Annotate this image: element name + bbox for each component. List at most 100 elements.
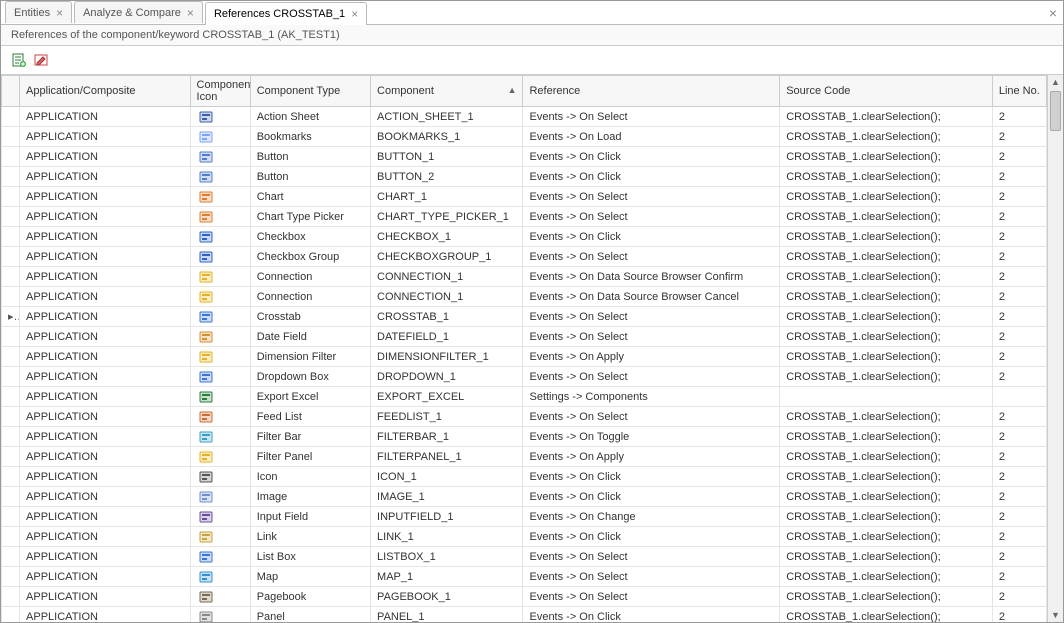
component-icon	[199, 510, 215, 524]
table-row[interactable]: APPLICATIONConnectionCONNECTION_1Events …	[2, 267, 1047, 287]
col-reference[interactable]: Reference	[523, 76, 780, 107]
cell-component: IMAGE_1	[371, 487, 523, 507]
cell-component-icon	[190, 567, 250, 587]
tab-1[interactable]: Analyze & Compare ×	[74, 1, 203, 23]
table-row[interactable]: APPLICATIONMapMAP_1Events -> On SelectCR…	[2, 567, 1047, 587]
table-row[interactable]: APPLICATIONPagebookPAGEBOOK_1Events -> O…	[2, 587, 1047, 607]
col-application[interactable]: Application/Composite	[20, 76, 190, 107]
tab-label: Analyze & Compare	[83, 7, 181, 19]
cell-component: MAP_1	[371, 567, 523, 587]
cell-component: LISTBOX_1	[371, 547, 523, 567]
cell-source-code: CROSSTAB_1.clearSelection();	[780, 147, 993, 167]
edit-icon[interactable]	[33, 52, 49, 68]
tab-2[interactable]: References CROSSTAB_1×	[205, 2, 367, 25]
cell-source-code: CROSSTAB_1.clearSelection();	[780, 327, 993, 347]
cell-reference: Events -> On Select	[523, 207, 780, 227]
cell-component: PANEL_1	[371, 607, 523, 623]
col-source-code[interactable]: Source Code	[780, 76, 993, 107]
cell-component-type: Checkbox	[250, 227, 370, 247]
row-marker	[2, 607, 20, 623]
cell-component-type: Input Field	[250, 507, 370, 527]
cell-component-icon	[190, 587, 250, 607]
table-row[interactable]: APPLICATIONCheckboxCHECKBOX_1Events -> O…	[2, 227, 1047, 247]
cell-line-no: 2	[992, 367, 1046, 387]
col-component[interactable]: Component ▲	[371, 76, 523, 107]
row-marker	[2, 247, 20, 267]
table-row[interactable]: APPLICATIONFilter BarFILTERBAR_1Events -…	[2, 427, 1047, 447]
row-marker	[2, 587, 20, 607]
cell-reference: Settings -> Components	[523, 387, 780, 407]
table-row[interactable]: APPLICATIONPanelPANEL_1Events -> On Clic…	[2, 607, 1047, 623]
component-icon	[199, 250, 215, 264]
table-row[interactable]: APPLICATIONCheckbox GroupCHECKBOXGROUP_1…	[2, 247, 1047, 267]
table-row[interactable]: APPLICATIONDropdown BoxDROPDOWN_1Events …	[2, 367, 1047, 387]
row-marker	[2, 367, 20, 387]
cell-reference: Events -> On Select	[523, 307, 780, 327]
tab-close-icon[interactable]: ×	[187, 7, 194, 19]
vertical-scrollbar[interactable]: ▲ ▼	[1047, 74, 1063, 622]
col-line-no[interactable]: Line No.	[992, 76, 1046, 107]
row-marker	[2, 487, 20, 507]
scroll-thumb[interactable]	[1050, 91, 1061, 131]
cell-reference: Events -> On Load	[523, 127, 780, 147]
cell-component-icon	[190, 187, 250, 207]
component-icon	[199, 390, 215, 404]
cell-line-no: 2	[992, 347, 1046, 367]
table-row[interactable]: APPLICATIONDimension FilterDIMENSIONFILT…	[2, 347, 1047, 367]
scroll-down-icon[interactable]: ▼	[1051, 608, 1060, 622]
table-row[interactable]: APPLICATIONExport ExcelEXPORT_EXCELSetti…	[2, 387, 1047, 407]
table-row[interactable]: APPLICATIONChartCHART_1Events -> On Sele…	[2, 187, 1047, 207]
table-row[interactable]: APPLICATIONBookmarksBOOKMARKS_1Events ->…	[2, 127, 1047, 147]
cell-component: PAGEBOOK_1	[371, 587, 523, 607]
component-icon	[199, 530, 215, 544]
cell-line-no: 2	[992, 327, 1046, 347]
cell-application: APPLICATION	[20, 607, 190, 623]
col-component-icon[interactable]: Component Icon	[190, 76, 250, 107]
col-rowmark[interactable]	[2, 76, 20, 107]
table-row[interactable]: APPLICATIONFeed ListFEEDLIST_1Events -> …	[2, 407, 1047, 427]
cell-line-no: 2	[992, 267, 1046, 287]
cell-component-icon	[190, 247, 250, 267]
cell-source-code: CROSSTAB_1.clearSelection();	[780, 567, 993, 587]
row-marker	[2, 127, 20, 147]
table-row[interactable]: ▸APPLICATIONCrosstabCROSSTAB_1Events -> …	[2, 307, 1047, 327]
tab-close-icon[interactable]: ×	[351, 8, 358, 20]
cell-component: CHECKBOXGROUP_1	[371, 247, 523, 267]
component-icon	[199, 350, 215, 364]
table-row[interactable]: APPLICATIONInput FieldINPUTFIELD_1Events…	[2, 507, 1047, 527]
table-row[interactable]: APPLICATIONLinkLINK_1Events -> On ClickC…	[2, 527, 1047, 547]
table-row[interactable]: APPLICATIONFilter PanelFILTERPANEL_1Even…	[2, 447, 1047, 467]
row-marker	[2, 407, 20, 427]
table-row[interactable]: APPLICATIONIconICON_1Events -> On ClickC…	[2, 467, 1047, 487]
scroll-up-icon[interactable]: ▲	[1051, 75, 1060, 89]
export-icon[interactable]	[11, 52, 27, 68]
scroll-track[interactable]	[1048, 89, 1063, 608]
col-component-type[interactable]: Component Type	[250, 76, 370, 107]
row-marker	[2, 107, 20, 127]
cell-reference: Events -> On Click	[523, 227, 780, 247]
cell-component-type: Link	[250, 527, 370, 547]
cell-component-type: Dropdown Box	[250, 367, 370, 387]
table-row[interactable]: APPLICATIONDate FieldDATEFIELD_1Events -…	[2, 327, 1047, 347]
row-marker: ▸	[2, 307, 20, 327]
table-row[interactable]: APPLICATIONButtonBUTTON_2Events -> On Cl…	[2, 167, 1047, 187]
table-row[interactable]: APPLICATIONImageIMAGE_1Events -> On Clic…	[2, 487, 1047, 507]
table-row[interactable]: APPLICATIONChart Type PickerCHART_TYPE_P…	[2, 207, 1047, 227]
table-row[interactable]: APPLICATIONConnectionCONNECTION_1Events …	[2, 287, 1047, 307]
cell-component-type: Connection	[250, 267, 370, 287]
cell-component-type: Button	[250, 167, 370, 187]
table-row[interactable]: APPLICATIONList BoxLISTBOX_1Events -> On…	[2, 547, 1047, 567]
cell-reference: Events -> On Click	[523, 487, 780, 507]
table-scroll[interactable]: Application/Composite Component Icon Com…	[1, 74, 1047, 622]
cell-reference: Events -> On Select	[523, 107, 780, 127]
cell-application: APPLICATION	[20, 107, 190, 127]
component-icon	[199, 330, 215, 344]
tabbar-close-icon[interactable]: ×	[1049, 5, 1057, 21]
cell-component-icon	[190, 107, 250, 127]
cell-component-type: Crosstab	[250, 307, 370, 327]
tab-close-icon[interactable]: ×	[56, 7, 63, 19]
tab-0[interactable]: Entities×	[5, 1, 72, 23]
table-row[interactable]: APPLICATIONButtonBUTTON_1Events -> On Cl…	[2, 147, 1047, 167]
component-icon	[199, 450, 215, 464]
table-row[interactable]: APPLICATIONAction SheetACTION_SHEET_1Eve…	[2, 107, 1047, 127]
